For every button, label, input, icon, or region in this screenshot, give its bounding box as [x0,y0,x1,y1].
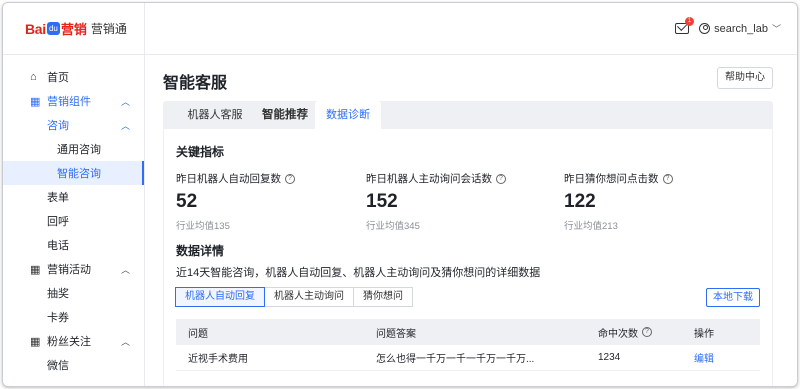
metric-value: 52 [176,191,198,212]
edit-link[interactable]: 编辑 [694,350,760,365]
grid-icon: ▦ [30,263,41,276]
tab-data-diagnosis[interactable]: 数据诊断 [315,101,381,129]
logo-yingxiao: 营销 [60,22,87,37]
subtab-guess[interactable]: 猜你想问 [353,287,413,307]
metric-label-text: 昨日机器人主动询问会话数 [366,173,492,185]
help-icon[interactable]: ? [285,173,295,184]
help-center-button[interactable]: 帮助中心 [717,67,773,89]
subtab-active-inquiry[interactable]: 机器人主动询问 [264,287,354,307]
top-bar: 1 search_lab ﹀ [145,3,797,55]
sidebar-item-label: 营销组件 [47,96,91,108]
table-header: 问题 问题答案 命中次数 ? 操作 [176,319,760,345]
sidebar-item-marketing-activity[interactable]: ▦ 营销活动 ︿ [3,257,144,281]
metric-label: 昨日猜你想问点击数 ? [564,171,673,186]
baidu-paw-icon: du [46,22,60,35]
user-menu[interactable]: search_lab ﹀ [699,22,781,35]
details-table: 问题 问题答案 命中次数 ? 操作 近视手术费用 怎么也得一千万一千一千万一千万… [176,319,760,371]
chevron-up-icon: ︿ [120,121,130,131]
sidebar-item-wechat[interactable]: 微信 [3,353,144,377]
cell-hits: 1234 [598,352,621,363]
logo[interactable]: Bai du 营销 营销通 [3,3,144,55]
metric-label: 昨日机器人自动回复数 ? [176,171,295,186]
metric-industry-avg: 行业均值213 [564,221,618,232]
metric-label: 昨日机器人主动询问会话数 ? [366,171,506,186]
metric-value: 152 [366,191,398,212]
metric-active-inquiry: 昨日机器人主动询问会话数 ? 152 行业均值345 [366,171,506,232]
sidebar-item-label: 抽奖 [47,288,69,300]
help-icon[interactable]: ? [496,173,506,184]
sidebar-item-marketing-components[interactable]: ▦ 营销组件 ︿ [3,89,144,113]
grid-icon: ▦ [30,95,41,108]
col-hits-label: 命中次数 [598,328,638,340]
col-action: 操作 [694,328,714,340]
sidebar-item-label: 通用咨询 [57,144,101,156]
tab-smart-recommend[interactable]: 智能推荐 [253,101,317,129]
sidebar-nav: ⌂ 首页 ▦ 营销组件 ︿ 咨询 ︿ 通用咨询 智能咨询 表单 回呼 电话 ▦ … [3,55,144,377]
metric-label-text: 昨日机器人自动回复数 [176,173,281,185]
username: search_lab [714,22,768,35]
sidebar-item-lottery[interactable]: 抽奖 [3,281,144,305]
sidebar-item-label: 微信 [47,360,69,372]
chevron-up-icon: ︿ [120,265,130,275]
sidebar-item-label: 回呼 [47,216,69,228]
tab-bar: 机器人客服 智能推荐 数据诊断 [163,101,773,129]
detail-subtabs: 机器人自动回复 机器人主动询问 猜你想问 [175,287,413,307]
sidebar-item-label: 智能咨询 [57,168,101,180]
user-icon [699,23,711,34]
notification-badge: 1 [685,17,694,26]
page-title: 智能客服 [163,75,228,92]
sidebar-item-label: 咨询 [47,120,69,132]
main-content: 智能客服 帮助中心 机器人客服 智能推荐 数据诊断 关键指标 昨日机器人自动回复… [145,55,797,386]
chevron-up-icon: ︿ [120,337,130,347]
sidebar: Bai du 营销 营销通 ⌂ 首页 ▦ 营销组件 ︿ 咨询 ︿ 通用咨询 智能… [3,3,145,386]
sidebar-item-phone[interactable]: 电话 [3,233,144,257]
metric-industry-avg: 行业均值135 [176,221,230,232]
data-details-title: 数据详情 [176,244,225,258]
metric-value: 122 [564,191,596,212]
sidebar-item-label: 电话 [47,240,69,252]
key-metrics-title: 关键指标 [176,145,225,159]
logo-bai: Bai [25,20,46,37]
sidebar-item-label: 粉丝关注 [47,336,91,348]
sidebar-item-smart-consult[interactable]: 智能咨询 [3,161,144,185]
tab-content: 关键指标 昨日机器人自动回复数 ? 52 行业均值135 昨日机器人主动询问会话… [163,129,773,386]
metric-label-text: 昨日猜你想问点击数 [564,173,659,185]
sidebar-item-label: 卡券 [47,312,69,324]
cell-answer: 怎么也得一千万一千一千万一千万... [376,354,535,365]
metric-industry-avg: 行业均值345 [366,221,420,232]
logo-product-name: 营销通 [90,22,127,36]
sidebar-item-coupon[interactable]: 卡券 [3,305,144,329]
sidebar-item-callback[interactable]: 回呼 [3,209,144,233]
sidebar-item-label: 营销活动 [47,264,91,276]
sidebar-item-form[interactable]: 表单 [3,185,144,209]
col-hits: 命中次数 ? [598,325,694,340]
metric-auto-reply: 昨日机器人自动回复数 ? 52 行业均值135 [176,171,295,232]
sidebar-item-label: 表单 [47,192,69,204]
sidebar-item-label: 首页 [47,72,69,84]
sidebar-item-fans-follow[interactable]: ▦ 粉丝关注 ︿ [3,329,144,353]
sidebar-item-general-consult[interactable]: 通用咨询 [3,137,144,161]
sidebar-item-consult[interactable]: 咨询 ︿ [3,113,144,137]
help-icon[interactable]: ? [642,327,652,337]
details-description: 近14天智能咨询，机器人自动回复、机器人主动询问及猜你想问的详细数据 [176,267,541,279]
chevron-down-icon: ﹀ [771,24,781,34]
home-icon: ⌂ [30,71,37,83]
col-question: 问题 [188,328,208,340]
sidebar-item-home[interactable]: ⌂ 首页 [3,65,144,89]
local-download-button[interactable]: 本地下载 [706,288,760,307]
tab-robot-service[interactable]: 机器人客服 [175,101,255,129]
table-row: 近视手术费用 怎么也得一千万一千一千万一千万... 1234 编辑 [176,345,760,371]
metric-guess-clicks: 昨日猜你想问点击数 ? 122 行业均值213 [564,171,673,232]
help-icon[interactable]: ? [662,173,673,184]
cell-question: 近视手术费用 [188,354,248,365]
app-window: Bai du 营销 营销通 ⌂ 首页 ▦ 营销组件 ︿ 咨询 ︿ 通用咨询 智能… [2,2,798,387]
grid-icon: ▦ [30,335,41,348]
col-answer: 问题答案 [376,328,416,340]
chevron-up-icon: ︿ [120,97,130,107]
subtab-auto-reply[interactable]: 机器人自动回复 [175,287,265,307]
